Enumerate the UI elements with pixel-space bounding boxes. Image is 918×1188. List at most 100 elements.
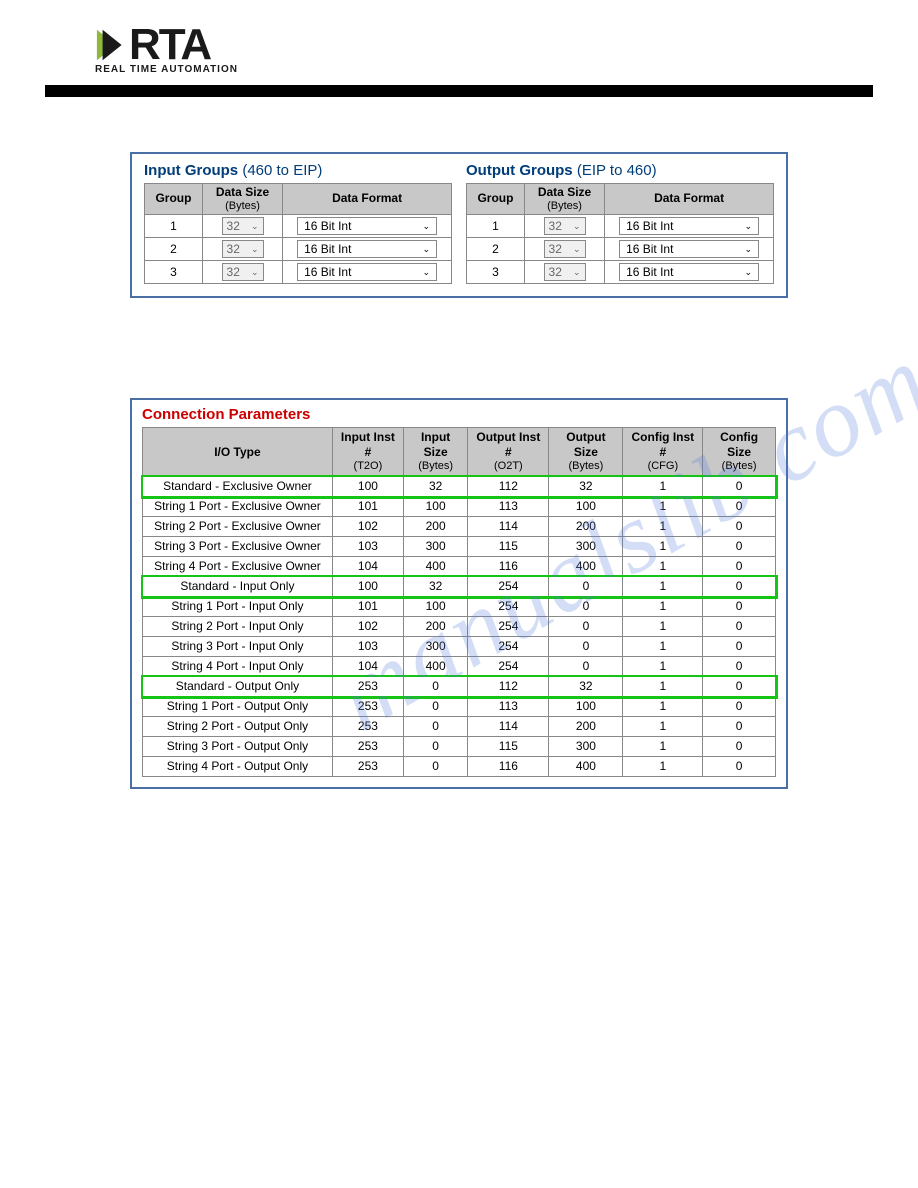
io-type-cell: String 2 Port - Exclusive Owner (143, 517, 333, 537)
connection-parameters-panel: Connection Parameters I/O Type Input Ins… (130, 398, 788, 789)
config-size-cell: 0 (703, 617, 776, 637)
col-config-size: Config Size(Bytes) (703, 428, 776, 477)
input-size-cell: 32 (403, 577, 467, 597)
input-groups-title-text: Input Groups (144, 162, 238, 179)
table-row: 232⌄16 Bit Int⌄ (145, 238, 452, 261)
input-size-cell: 300 (403, 637, 467, 657)
logo-name: RTA (129, 20, 210, 70)
data-size-select[interactable]: 32 ⌄ (544, 217, 586, 235)
chevron-down-icon: ⌄ (251, 267, 259, 278)
data-format-cell: 16 Bit Int ⌄ (283, 215, 452, 238)
config-size-cell: 0 (703, 497, 776, 517)
data-format-select[interactable]: 16 Bit Int⌄ (619, 263, 759, 281)
col-data-size: Data Size (Bytes) (202, 184, 282, 215)
input-inst-cell: 253 (332, 697, 403, 717)
output-size-cell: 200 (549, 517, 623, 537)
col-output-size-label: Output Size (566, 430, 605, 459)
input-inst-cell: 101 (332, 497, 403, 517)
data-format-select[interactable]: 16 Bit Int⌄ (297, 263, 437, 281)
chevron-down-icon: ⌄ (251, 221, 259, 232)
chevron-down-icon: ⌄ (423, 221, 431, 232)
config-inst-cell: 1 (623, 737, 703, 757)
data-format-select[interactable]: 16 Bit Int⌄ (297, 240, 437, 258)
data-format-value: 16 Bit Int (304, 265, 351, 279)
table-row: Standard - Output Only25301123210 (143, 677, 776, 697)
output-size-cell: 0 (549, 577, 623, 597)
config-size-cell: 0 (703, 517, 776, 537)
config-size-cell: 0 (703, 717, 776, 737)
table-row: 332⌄16 Bit Int⌄ (145, 261, 452, 284)
config-inst-cell: 1 (623, 757, 703, 777)
config-inst-cell: 1 (623, 717, 703, 737)
config-inst-cell: 1 (623, 497, 703, 517)
chevron-down-icon: ⌄ (573, 221, 581, 232)
config-inst-cell: 1 (623, 697, 703, 717)
data-size-select[interactable]: 32⌄ (222, 240, 264, 258)
output-inst-cell: 112 (468, 477, 549, 497)
table-row: String 4 Port - Exclusive Owner104400116… (143, 557, 776, 577)
input-inst-cell: 102 (332, 517, 403, 537)
input-size-cell: 200 (403, 517, 467, 537)
page-header: RTA REAL TIME AUTOMATION (0, 0, 918, 77)
logo-arrow-icon (95, 26, 133, 64)
output-size-cell: 0 (549, 657, 623, 677)
io-type-cell: String 1 Port - Output Only (143, 697, 333, 717)
io-type-cell: Standard - Input Only (143, 577, 333, 597)
config-size-cell: 0 (703, 537, 776, 557)
output-inst-cell: 116 (468, 757, 549, 777)
group-number: 1 (145, 215, 203, 238)
table-row: 332⌄16 Bit Int⌄ (467, 261, 774, 284)
input-groups-title: Input Groups (460 to EIP) (144, 162, 452, 179)
data-size-value: 32 (549, 219, 562, 233)
col-data-size-sub: (Bytes) (207, 200, 278, 213)
output-groups-subtitle: (EIP to 460) (577, 162, 657, 179)
chevron-down-icon: ⌄ (745, 244, 753, 255)
data-size-select[interactable]: 32⌄ (544, 240, 586, 258)
col-data-format: Data Format (605, 184, 774, 215)
data-size-select[interactable]: 32⌄ (544, 263, 586, 281)
table-row: 232⌄16 Bit Int⌄ (467, 238, 774, 261)
input-size-cell: 0 (403, 757, 467, 777)
header-divider (45, 85, 873, 97)
input-inst-cell: 100 (332, 577, 403, 597)
col-output-inst-label: Output Inst # (476, 430, 540, 459)
data-format-cell: 16 Bit Int⌄ (283, 261, 452, 284)
data-size-select[interactable]: 32⌄ (222, 263, 264, 281)
col-input-inst-label: Input Inst # (341, 430, 395, 459)
input-groups-table: Group Data Size (Bytes) Data Format 132⌄… (144, 183, 452, 284)
groups-panel: Input Groups (460 to EIP) Group Data Siz… (130, 152, 788, 298)
data-format-select[interactable]: 16 Bit Int⌄ (619, 240, 759, 258)
io-type-cell: String 4 Port - Output Only (143, 757, 333, 777)
input-inst-cell: 102 (332, 617, 403, 637)
output-size-cell: 100 (549, 697, 623, 717)
config-inst-cell: 1 (623, 677, 703, 697)
output-inst-cell: 114 (468, 517, 549, 537)
col-output-inst-sub: (O2T) (472, 460, 544, 474)
io-type-cell: String 3 Port - Input Only (143, 637, 333, 657)
data-format-value: 16 Bit Int (304, 219, 351, 233)
config-size-cell: 0 (703, 657, 776, 677)
input-size-cell: 100 (403, 497, 467, 517)
col-group: Group (467, 184, 525, 215)
col-input-size-label: Input Size (421, 430, 450, 459)
chevron-down-icon: ⌄ (745, 267, 753, 278)
logo-tagline: REAL TIME AUTOMATION (95, 64, 238, 75)
config-inst-cell: 1 (623, 517, 703, 537)
data-format-select[interactable]: 16 Bit Int⌄ (619, 217, 759, 235)
data-format-select[interactable]: 16 Bit Int ⌄ (297, 217, 437, 235)
input-groups-section: Input Groups (460 to EIP) Group Data Siz… (144, 162, 452, 284)
table-row: String 3 Port - Exclusive Owner103300115… (143, 537, 776, 557)
col-data-format: Data Format (283, 184, 452, 215)
data-size-select[interactable]: 32⌄ (222, 217, 264, 235)
table-row: String 1 Port - Output Only253011310010 (143, 697, 776, 717)
input-size-cell: 200 (403, 617, 467, 637)
output-inst-cell: 113 (468, 697, 549, 717)
output-groups-section: Output Groups (EIP to 460) Group Data Si… (466, 162, 774, 284)
output-size-cell: 0 (549, 617, 623, 637)
config-inst-cell: 1 (623, 557, 703, 577)
table-row: Standard - Exclusive Owner100321123210 (143, 477, 776, 497)
output-size-cell: 400 (549, 557, 623, 577)
input-size-cell: 0 (403, 717, 467, 737)
table-row: String 3 Port - Input Only103300254010 (143, 637, 776, 657)
output-size-cell: 300 (549, 737, 623, 757)
